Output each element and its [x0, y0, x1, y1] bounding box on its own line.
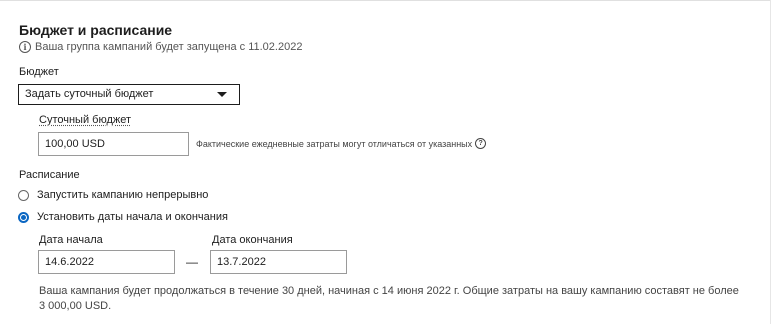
- info-icon: i: [19, 41, 31, 53]
- campaign-summary: Ваша кампания будет продолжаться в течен…: [39, 285, 739, 312]
- launch-info-text: Ваша группа кампаний будет запущена с 11…: [35, 41, 303, 53]
- start-date-input[interactable]: 14.6.2022: [38, 250, 175, 274]
- end-date-label: Дата окончания: [212, 234, 293, 246]
- launch-info: i Ваша группа кампаний будет запущена с …: [19, 41, 302, 53]
- radio-label: Запустить кампанию непрерывно: [37, 189, 209, 201]
- top-divider: [0, 0, 771, 1]
- daily-budget-hint: Фактические ежедневные затраты могут отл…: [196, 138, 487, 149]
- help-icon[interactable]: ?: [475, 138, 487, 149]
- budget-type-value: Задать суточный бюджет: [25, 88, 154, 100]
- section-title: Бюджет и расписание: [19, 22, 173, 38]
- daily-budget-input[interactable]: 100,00 USD: [38, 132, 189, 156]
- budget-type-select[interactable]: Задать суточный бюджет: [18, 84, 240, 105]
- start-date-label: Дата начала: [39, 234, 103, 246]
- radio-button-selected[interactable]: [18, 211, 29, 223]
- date-separator: —: [186, 255, 198, 269]
- schedule-label: Расписание: [19, 169, 80, 181]
- radio-run-continuously[interactable]: Запустить кампанию непрерывно: [18, 189, 208, 201]
- chevron-down-icon: [217, 92, 227, 97]
- radio-button[interactable]: [18, 189, 29, 201]
- radio-set-dates[interactable]: Установить даты начала и окончания: [18, 211, 228, 223]
- end-date-input[interactable]: 13.7.2022: [210, 250, 347, 274]
- radio-label: Установить даты начала и окончания: [37, 211, 228, 223]
- daily-budget-hint-text: Фактические ежедневные затраты могут отл…: [196, 138, 473, 149]
- budget-label: Бюджет: [19, 66, 59, 78]
- daily-budget-label: Суточный бюджет: [39, 114, 132, 126]
